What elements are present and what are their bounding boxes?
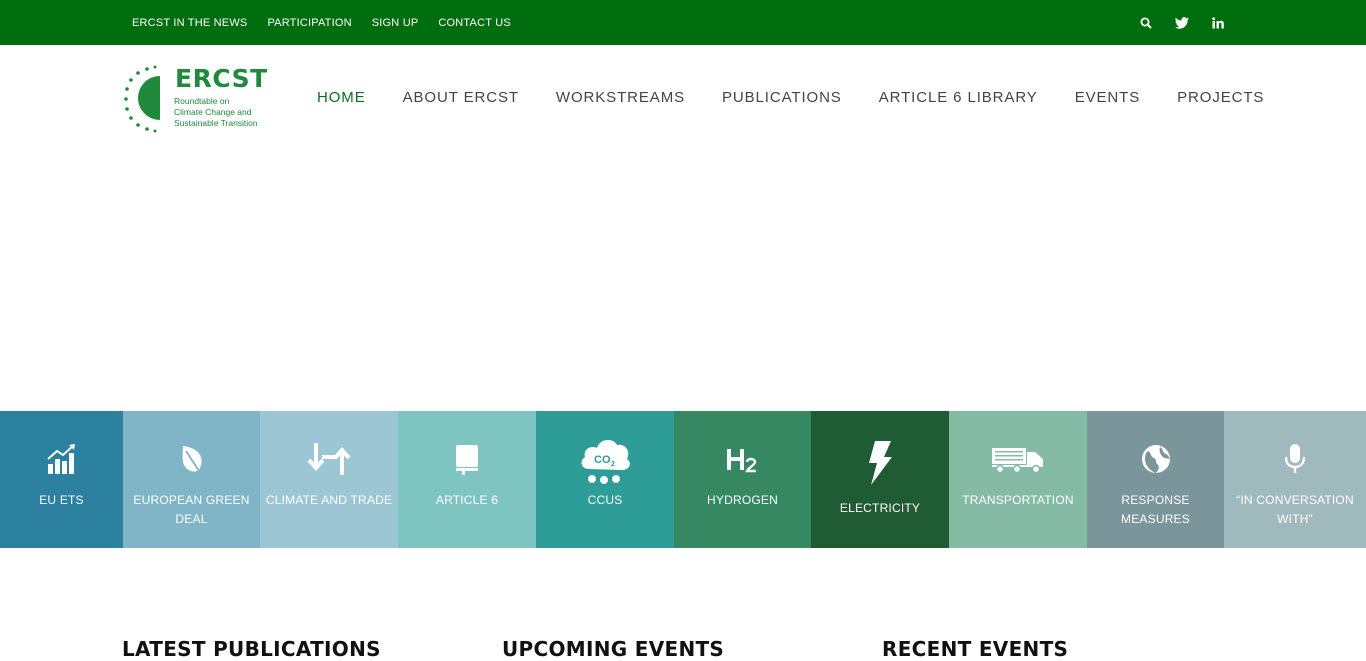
top-bar: ERCST IN THE NEWS PARTICIPATION SIGN UP … [0,0,1366,45]
nav-article-6-library[interactable]: ARTICLE 6 LIBRARY [879,89,1038,106]
arrows-up-down-icon [260,441,398,477]
logo-subtitle: Roundtable on Climate Change and Sustain… [174,96,274,129]
workstream-tiles: EU ETS EUROPEAN GREEN DEAL CLIMATE AND T… [0,411,1366,548]
top-nav-participation[interactable]: PARTICIPATION [267,17,351,29]
nav-projects[interactable]: PROJECTS [1177,89,1264,106]
leaf-icon [123,441,260,477]
tile-label: TRANSPORTATION [962,493,1074,507]
top-nav-contact[interactable]: CONTACT US [438,17,511,29]
tile-article-6[interactable]: ARTICLE 6 [398,411,536,548]
main-nav: HOME ABOUT ERCST WORKSTREAMS PUBLICATION… [317,86,1301,108]
book-icon [398,441,536,477]
lightning-icon [811,439,949,487]
svg-text:CO: CO [594,454,611,466]
nav-home[interactable]: HOME [317,89,366,106]
top-icons [1118,0,1226,45]
tile-hydrogen[interactable]: HYDROGEN [674,411,811,548]
svg-text:2: 2 [611,461,615,468]
nav-events[interactable]: EVENTS [1075,89,1140,106]
nav-about[interactable]: ABOUT ERCST [403,89,519,106]
nav-publications[interactable]: PUBLICATIONS [722,89,842,106]
top-nav-sign-up[interactable]: SIGN UP [372,17,419,29]
tile-label: ELECTRICITY [839,501,921,515]
bar-chart-icon [0,441,123,477]
logo-wordmark: ERCST [175,64,268,93]
logo-subtitle-line: Climate Change and [174,107,252,117]
tile-european-green-deal[interactable]: EUROPEAN GREEN DEAL [123,411,260,548]
search-icon[interactable] [1138,15,1154,31]
co2-cloud-icon: CO 2 [536,435,674,487]
logo-subtitle-line: Sustainable Transition [174,118,258,128]
twitter-icon[interactable] [1174,15,1190,31]
tile-transportation[interactable]: TRANSPORTATION [949,411,1087,548]
linkedin-icon[interactable] [1210,15,1226,31]
nav-workstreams[interactable]: WORKSTREAMS [556,89,685,106]
tile-label: “IN CONVERSATION WITH” [1236,493,1354,526]
tile-ccus[interactable]: CO 2 CCUS [536,411,674,548]
section-heading-recent-events: RECENT EVENTS [882,637,1069,661]
tile-electricity[interactable]: ELECTRICITY [811,411,949,548]
globe-icon [1087,441,1224,477]
h2-icon [674,441,811,477]
tile-response-measures[interactable]: RESPONSE MEASURES [1087,411,1224,548]
tile-eu-ets[interactable]: EU ETS [0,411,123,548]
tile-label: HYDROGEN [707,493,778,507]
logo-subtitle-line: Roundtable on [174,96,230,106]
ercst-logo[interactable]: ERCST Roundtable on Climate Change and S… [124,64,274,134]
section-heading-upcoming-events: UPCOMING EVENTS [502,637,725,661]
section-heading-latest-publications: LATEST PUBLICATIONS [122,637,381,661]
tile-label: ARTICLE 6 [435,493,499,507]
tile-label: RESPONSE MEASURES [1121,493,1190,526]
tile-label: EUROPEAN GREEN DEAL [133,493,250,526]
top-nav: ERCST IN THE NEWS PARTICIPATION SIGN UP … [132,0,531,45]
logo-mark-icon [124,65,160,133]
microphone-icon [1224,441,1366,477]
tile-label: CLIMATE AND TRADE [265,493,393,507]
tile-label: CCUS [587,493,623,507]
top-nav-news[interactable]: ERCST IN THE NEWS [132,17,247,29]
tile-climate-and-trade[interactable]: CLIMATE AND TRADE [260,411,398,548]
tile-in-conversation-with[interactable]: “IN CONVERSATION WITH” [1224,411,1366,548]
truck-icon [949,441,1087,477]
tile-label: EU ETS [39,493,84,507]
